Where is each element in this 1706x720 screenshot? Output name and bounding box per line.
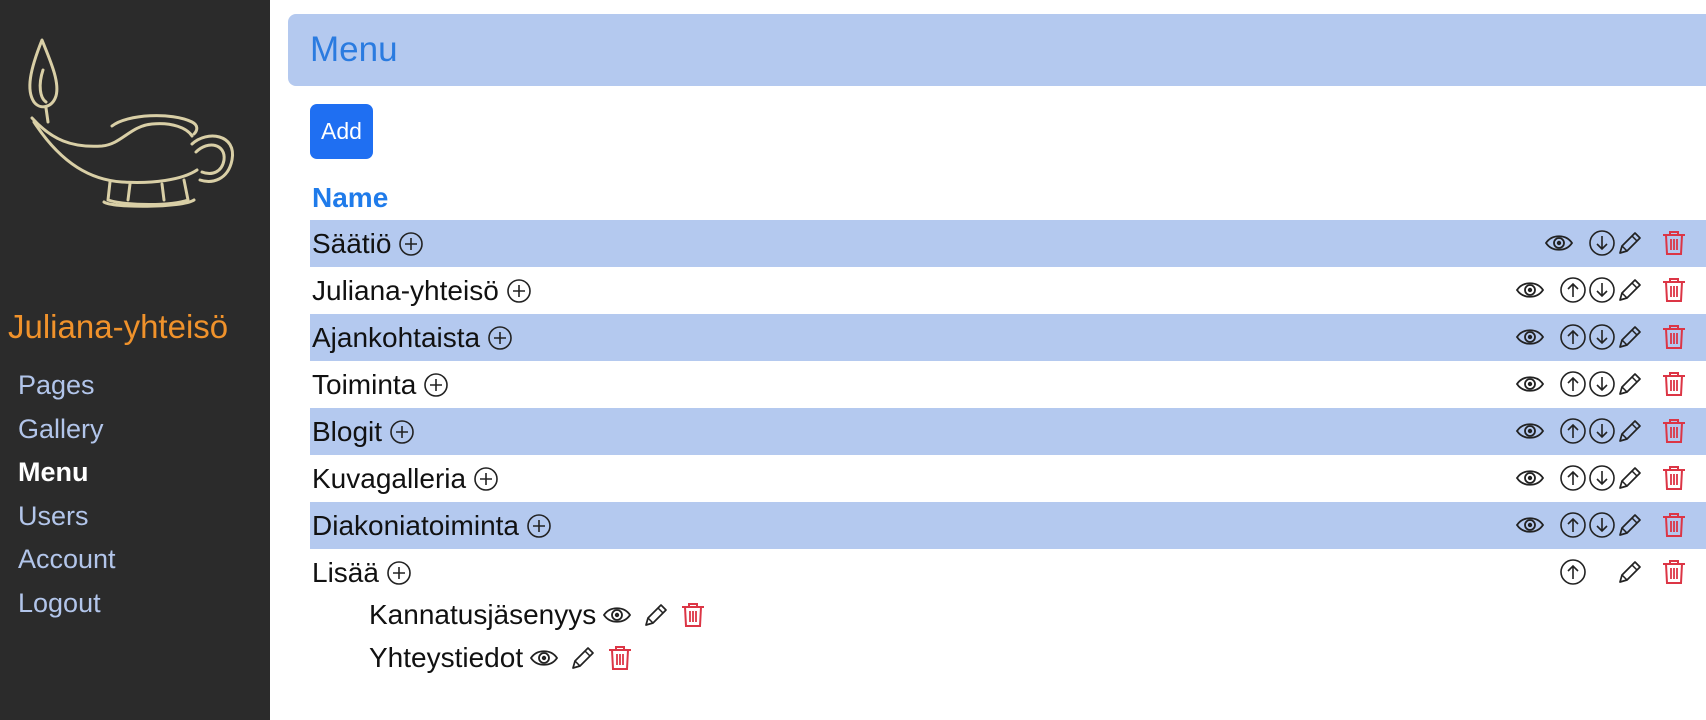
row-name-cell: Toiminta [312,361,449,408]
edit-icon[interactable] [1616,370,1644,398]
add-subitem-icon[interactable] [487,325,513,351]
row-name-cell: Diakoniatoiminta [312,502,552,549]
add-subitem-icon[interactable] [506,278,532,304]
submenu-item-name[interactable]: Yhteystiedot [369,642,523,674]
row-name-cell: Juliana-yhteisö [312,267,532,314]
edit-icon[interactable] [1616,558,1644,586]
move-up-icon[interactable] [1559,276,1587,304]
move-up-icon[interactable] [1559,323,1587,351]
delete-icon[interactable] [607,644,633,672]
edit-icon[interactable] [642,601,670,629]
move-up-icon[interactable] [1559,417,1587,445]
move-down-icon[interactable] [1588,464,1616,492]
edit-icon[interactable] [1616,276,1644,304]
visibility-icon[interactable] [1544,229,1574,257]
edit-icon[interactable] [1616,229,1644,257]
visibility-icon[interactable] [1515,464,1545,492]
move-down-icon[interactable] [1588,370,1616,398]
menu-item-name[interactable]: Säätiö [312,220,391,267]
row-name-cell: Ajankohtaista [312,314,513,361]
visibility-icon[interactable] [529,644,559,672]
sidebar-nav: Pages Gallery Menu Users Account Logout [18,364,116,625]
page-title: Menu [310,30,398,69]
move-down-icon[interactable] [1588,276,1616,304]
submenu-item: Yhteystiedot [369,637,633,679]
nav-item-menu[interactable]: Menu [18,451,116,495]
move-down-icon[interactable] [1588,511,1616,539]
column-header-name: Name [312,182,389,213]
visibility-icon[interactable] [1515,370,1545,398]
oil-lamp-logo [12,30,248,220]
nav-item-users[interactable]: Users [18,495,116,539]
move-up-icon[interactable] [1559,464,1587,492]
menu-item-name[interactable]: Blogit [312,408,382,455]
submenu-item: Kannatusjäsenyys [369,594,706,636]
row-name-cell: Kuvagalleria [312,455,499,502]
row-name-cell: Säätiö [312,220,424,267]
table-row: Toiminta [310,361,1706,408]
menu-item-name[interactable]: Ajankohtaista [312,314,480,361]
delete-icon[interactable] [1661,464,1687,492]
delete-icon[interactable] [1661,276,1687,304]
menu-item-name[interactable]: Diakoniatoiminta [312,502,519,549]
edit-icon[interactable] [569,644,597,672]
delete-icon[interactable] [1661,558,1687,586]
delete-icon[interactable] [1661,370,1687,398]
add-subitem-icon[interactable] [423,372,449,398]
visibility-icon[interactable] [1515,417,1545,445]
edit-icon[interactable] [1616,417,1644,445]
edit-icon[interactable] [1616,464,1644,492]
table-row: Kuvagalleria [310,455,1706,502]
visibility-icon[interactable] [1515,323,1545,351]
table-row: Juliana-yhteisö [310,267,1706,314]
delete-icon[interactable] [1661,229,1687,257]
table-row: Diakoniatoiminta [310,502,1706,549]
nav-item-gallery[interactable]: Gallery [18,408,116,452]
delete-icon[interactable] [1661,511,1687,539]
table-row: Säätiö [310,220,1706,267]
menu-item-name[interactable]: Kuvagalleria [312,455,466,502]
site-title[interactable]: Juliana-yhteisö [8,307,228,347]
edit-icon[interactable] [1616,511,1644,539]
page-header: Menu [288,14,1706,86]
delete-icon[interactable] [1661,417,1687,445]
nav-item-account[interactable]: Account [18,538,116,582]
table-row: Ajankohtaista [310,314,1706,361]
add-subitem-icon[interactable] [386,560,412,586]
add-subitem-icon[interactable] [398,231,424,257]
menu-item-name[interactable]: Toiminta [312,361,416,408]
table-row: Blogit [310,408,1706,455]
move-up-icon[interactable] [1559,370,1587,398]
menu-item-name[interactable]: Juliana-yhteisö [312,267,499,314]
edit-icon[interactable] [1616,323,1644,351]
table-row: Lisää [310,549,1706,596]
visibility-icon[interactable] [602,601,632,629]
move-down-icon[interactable] [1588,323,1616,351]
move-up-icon[interactable] [1559,511,1587,539]
submenu-item-name[interactable]: Kannatusjäsenyys [369,599,596,631]
sidebar: Juliana-yhteisö Pages Gallery Menu Users… [0,0,270,720]
move-down-icon[interactable] [1588,229,1616,257]
visibility-icon[interactable] [1515,276,1545,304]
nav-item-pages[interactable]: Pages [18,364,116,408]
row-name-cell: Blogit [312,408,415,455]
visibility-icon[interactable] [1515,511,1545,539]
move-down-icon[interactable] [1588,417,1616,445]
move-up-icon[interactable] [1559,558,1587,586]
menu-item-name[interactable]: Lisää [312,549,379,596]
delete-icon[interactable] [1661,323,1687,351]
add-subitem-icon[interactable] [526,513,552,539]
row-name-cell: Lisää [312,549,412,596]
add-subitem-icon[interactable] [473,466,499,492]
delete-icon[interactable] [680,601,706,629]
add-button[interactable]: Add [310,104,373,159]
nav-item-logout[interactable]: Logout [18,582,116,626]
add-subitem-icon[interactable] [389,419,415,445]
